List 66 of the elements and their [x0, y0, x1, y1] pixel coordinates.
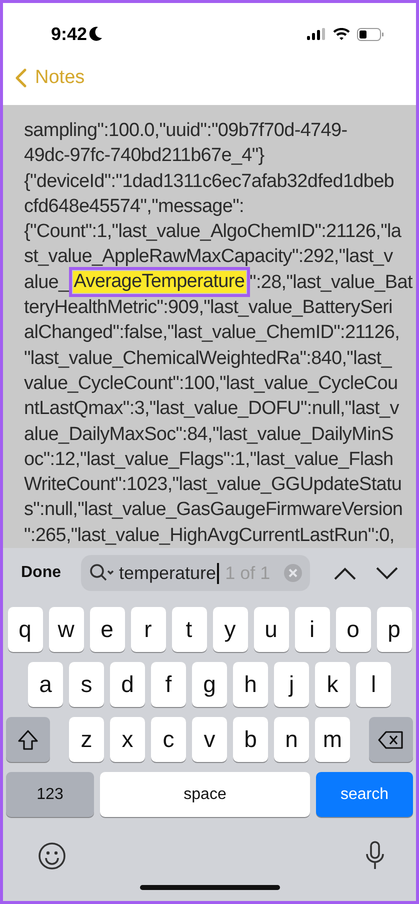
note-text: ":28,"last_value_Bat — [250, 270, 412, 295]
key[interactable]: b — [233, 717, 268, 762]
key[interactable]: g — [192, 662, 227, 707]
key[interactable]: i — [294, 607, 330, 652]
note-text: value_CycleCount":100,"last_value_CycleCou — [24, 372, 399, 396]
chevron-down-icon[interactable] — [376, 566, 398, 580]
note-text: {"Count":1,"last_value_AlgoChemID":21126,"la — [24, 220, 402, 244]
note-text: alue_ — [24, 270, 69, 295]
key[interactable]: x — [110, 717, 145, 762]
key[interactable]: w — [48, 607, 84, 652]
backspace-icon — [378, 730, 404, 750]
note-text: cfd648e45574","message": — [24, 194, 245, 219]
search-match: AverageTemperature — [72, 271, 246, 294]
key[interactable]: k — [315, 662, 350, 707]
key[interactable]: e — [90, 607, 124, 652]
key[interactable]: p — [376, 607, 412, 652]
wifi-icon — [333, 28, 350, 40]
key[interactable]: c — [151, 717, 186, 762]
microphone-icon[interactable] — [365, 841, 385, 871]
key[interactable]: f — [151, 662, 186, 707]
key[interactable]: t — [172, 607, 206, 652]
key[interactable]: o — [336, 607, 370, 652]
done-button[interactable]: Done — [19, 560, 63, 586]
key[interactable]: v — [192, 717, 227, 762]
key[interactable]: h — [233, 662, 268, 707]
text-cursor — [217, 562, 220, 584]
note-text: WriteCount":1023,"last_value_GGUpdateStatu — [24, 473, 403, 498]
moon-icon — [89, 26, 104, 42]
shift-icon — [17, 728, 39, 750]
key[interactable]: l — [356, 662, 391, 707]
numbers-key[interactable]: 123 — [6, 772, 94, 817]
note-text: ntLastQmax":3,"last_value_DOFU":null,"last_v — [24, 397, 400, 422]
key[interactable]: j — [274, 662, 309, 707]
key[interactable]: y — [212, 607, 248, 652]
note-text: st_value_AppleRawMaxCapacity":292,"last_v — [24, 245, 394, 270]
chevron-left-icon — [15, 68, 27, 88]
note-text: "last_value_ChemicalWeightedRa":840,"last_ — [24, 346, 393, 371]
note-text: alue_DailyMaxSoc":84,"last_value_DailyMinS — [24, 422, 394, 447]
signal-icon — [307, 28, 326, 40]
note-text: teryHealthMetric":909,"last_value_BatterySeri — [24, 296, 394, 320]
space-key[interactable]: space — [100, 772, 310, 817]
note-text: {"deviceId":"1dad1311c6ec7afab32dfed1dbeb — [24, 170, 396, 194]
note-text: sampling":100.0,"uuid":"09b7f70d-4749- — [24, 119, 348, 143]
note-text: alChanged":false,"last_value_ChemID":21126, — [24, 321, 401, 346]
note-text: oc":12,"last_value_Flags":1,"last_value_Flash — [24, 448, 394, 472]
note-text: s":null,"last_value_GasGaugeFirmwareVersion — [24, 498, 404, 522]
key[interactable]: z — [69, 717, 104, 762]
battery-icon — [357, 28, 384, 40]
key[interactable]: q — [8, 607, 42, 652]
key[interactable]: s — [69, 662, 104, 707]
chevron-up-icon[interactable] — [334, 566, 356, 580]
shift-key[interactable] — [6, 717, 50, 762]
key[interactable]: r — [130, 607, 166, 652]
key[interactable]: n — [274, 717, 309, 762]
note-text: ":265,"last_value_HighAvgCurrentLastRun":0, — [24, 524, 396, 548]
key[interactable]: a — [28, 662, 63, 707]
emoji-icon[interactable] — [38, 842, 66, 870]
clock-time: 9:42 — [51, 24, 88, 44]
query-text: temperature — [119, 562, 216, 584]
search-key[interactable]: search — [316, 772, 413, 817]
search-icon — [89, 563, 115, 583]
note-text: 49dc-97fc-740bd211b67e_4"} — [24, 144, 266, 168]
backspace-key[interactable] — [369, 717, 413, 762]
key[interactable]: d — [110, 662, 145, 707]
key[interactable]: m — [315, 717, 350, 762]
key[interactable]: u — [254, 607, 288, 652]
